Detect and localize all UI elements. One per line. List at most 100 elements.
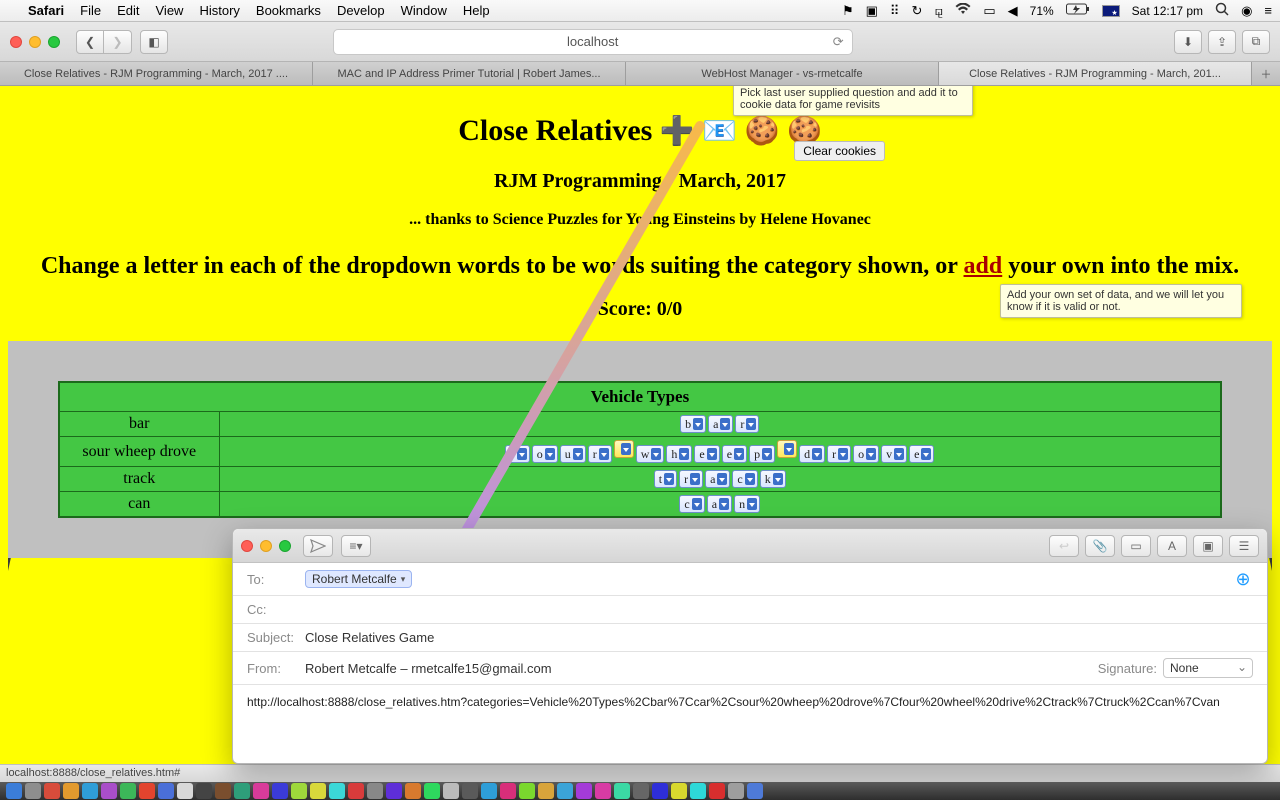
- bluetooth-icon[interactable]: ⚼: [934, 3, 943, 19]
- letter-select[interactable]: p: [749, 445, 775, 463]
- dock-app-icon[interactable]: [291, 783, 307, 799]
- letter-select[interactable]: u: [560, 445, 586, 463]
- close-window-button[interactable]: [10, 36, 22, 48]
- dock-app-icon[interactable]: [215, 783, 231, 799]
- letter-select[interactable]: e: [909, 445, 934, 463]
- letter-select[interactable]: s: [505, 445, 530, 463]
- menu-history[interactable]: History: [199, 3, 239, 18]
- siri-icon[interactable]: ◉: [1241, 3, 1252, 19]
- menu-help[interactable]: Help: [463, 3, 490, 18]
- dock-app-icon[interactable]: [272, 783, 288, 799]
- dock-app-icon[interactable]: [348, 783, 364, 799]
- from-value[interactable]: Robert Metcalfe – rmetcalfe15@gmail.com: [305, 661, 552, 676]
- letter-select[interactable]: v: [881, 445, 907, 463]
- reload-icon[interactable]: ⟳: [833, 34, 844, 50]
- dock-app-icon[interactable]: [158, 783, 174, 799]
- forward-button[interactable]: ❯: [104, 30, 132, 54]
- dock-app-icon[interactable]: [576, 783, 592, 799]
- letter-select[interactable]: h: [666, 445, 692, 463]
- letter-select[interactable]: a: [708, 415, 733, 433]
- minimize-window-button[interactable]: [260, 540, 272, 552]
- letter-select[interactable]: n: [734, 495, 760, 513]
- letter-select[interactable]: e: [722, 445, 747, 463]
- dock-app-icon[interactable]: [595, 783, 611, 799]
- display-icon[interactable]: ▭: [983, 3, 995, 19]
- add-contact-button[interactable]: ⊕: [1233, 569, 1253, 589]
- clear-cookies-button[interactable]: Clear cookies: [794, 141, 885, 161]
- dock-app-icon[interactable]: [120, 783, 136, 799]
- menuextra-icon[interactable]: ⠿: [890, 3, 900, 19]
- letter-select[interactable]: r: [588, 445, 612, 463]
- cookie-icon[interactable]: 🍪: [745, 116, 780, 147]
- menuextra-icon[interactable]: ▣: [866, 3, 878, 19]
- zoom-window-button[interactable]: [279, 540, 291, 552]
- spotlight-icon[interactable]: [1215, 2, 1229, 19]
- notification-center-icon[interactable]: ≡: [1264, 3, 1272, 18]
- cc-field-row[interactable]: Cc:: [233, 596, 1267, 624]
- recipient-pill[interactable]: Robert Metcalfe: [305, 570, 412, 588]
- zoom-window-button[interactable]: [48, 36, 60, 48]
- dock-app-icon[interactable]: [82, 783, 98, 799]
- dock-app-icon[interactable]: [367, 783, 383, 799]
- menu-bookmarks[interactable]: Bookmarks: [256, 3, 321, 18]
- dock-app-icon[interactable]: [443, 783, 459, 799]
- letter-select[interactable]: o: [532, 445, 558, 463]
- dock-app-icon[interactable]: [63, 783, 79, 799]
- wifi-icon[interactable]: [955, 3, 971, 18]
- letter-select[interactable]: e: [694, 445, 719, 463]
- back-button[interactable]: ❮: [76, 30, 104, 54]
- close-window-button[interactable]: [241, 540, 253, 552]
- attach-button[interactable]: 📎: [1085, 535, 1115, 557]
- address-bar[interactable]: localhost ⟳: [333, 29, 853, 55]
- dock-app-icon[interactable]: [196, 783, 212, 799]
- dock-app-icon[interactable]: [709, 783, 725, 799]
- letter-select[interactable]: b: [680, 415, 706, 433]
- share-button[interactable]: ⇪: [1208, 30, 1236, 54]
- tabs-button[interactable]: ⧉: [1242, 30, 1270, 54]
- letter-select[interactable]: c: [732, 470, 757, 488]
- menu-develop[interactable]: Develop: [337, 3, 385, 18]
- cc-input[interactable]: [305, 602, 1253, 617]
- dock-app-icon[interactable]: [557, 783, 573, 799]
- subject-field-row[interactable]: Subject:: [233, 624, 1267, 652]
- letter-select[interactable]: [614, 440, 634, 458]
- letter-select[interactable]: o: [853, 445, 879, 463]
- dock-app-icon[interactable]: [310, 783, 326, 799]
- dock-app-icon[interactable]: [405, 783, 421, 799]
- browser-tab[interactable]: MAC and IP Address Primer Tutorial | Rob…: [313, 62, 626, 85]
- browser-tab[interactable]: Close Relatives - RJM Programming - Marc…: [0, 62, 313, 85]
- markup-button[interactable]: ☰: [1229, 535, 1259, 557]
- dock-app-icon[interactable]: [481, 783, 497, 799]
- dock-app-icon[interactable]: [690, 783, 706, 799]
- letter-select[interactable]: t: [654, 470, 677, 488]
- mail-body[interactable]: http://localhost:8888/close_relatives.ht…: [233, 685, 1267, 763]
- dock-app-icon[interactable]: [652, 783, 668, 799]
- minimize-window-button[interactable]: [29, 36, 41, 48]
- photo-browser-button[interactable]: ▭: [1121, 535, 1151, 557]
- letter-select[interactable]: w: [636, 445, 665, 463]
- browser-tab-active[interactable]: Close Relatives - RJM Programming - Marc…: [939, 62, 1252, 85]
- dock-app-icon[interactable]: [253, 783, 269, 799]
- menuextra-icon[interactable]: ⚑: [842, 3, 854, 19]
- letter-select[interactable]: r: [679, 470, 703, 488]
- format-button[interactable]: A: [1157, 535, 1187, 557]
- menubar-app-name[interactable]: Safari: [28, 3, 64, 18]
- dock-app-icon[interactable]: [386, 783, 402, 799]
- subject-input[interactable]: [305, 630, 1253, 645]
- letter-select[interactable]: a: [705, 470, 730, 488]
- send-button[interactable]: [303, 535, 333, 557]
- dock-app-icon[interactable]: [462, 783, 478, 799]
- plus-icon[interactable]: ➕: [660, 116, 695, 147]
- menu-view[interactable]: View: [156, 3, 184, 18]
- timemachine-icon[interactable]: ↻: [911, 3, 922, 19]
- dock-app-icon[interactable]: [424, 783, 440, 799]
- dock-app-icon[interactable]: [519, 783, 535, 799]
- dock-app-icon[interactable]: [614, 783, 630, 799]
- letter-select[interactable]: d: [799, 445, 825, 463]
- menu-edit[interactable]: Edit: [117, 3, 139, 18]
- reply-button[interactable]: ↩: [1049, 535, 1079, 557]
- downloads-button[interactable]: ⬇: [1174, 30, 1202, 54]
- signature-select[interactable]: None: [1163, 658, 1253, 678]
- letter-select[interactable]: r: [827, 445, 851, 463]
- dock-app-icon[interactable]: [101, 783, 117, 799]
